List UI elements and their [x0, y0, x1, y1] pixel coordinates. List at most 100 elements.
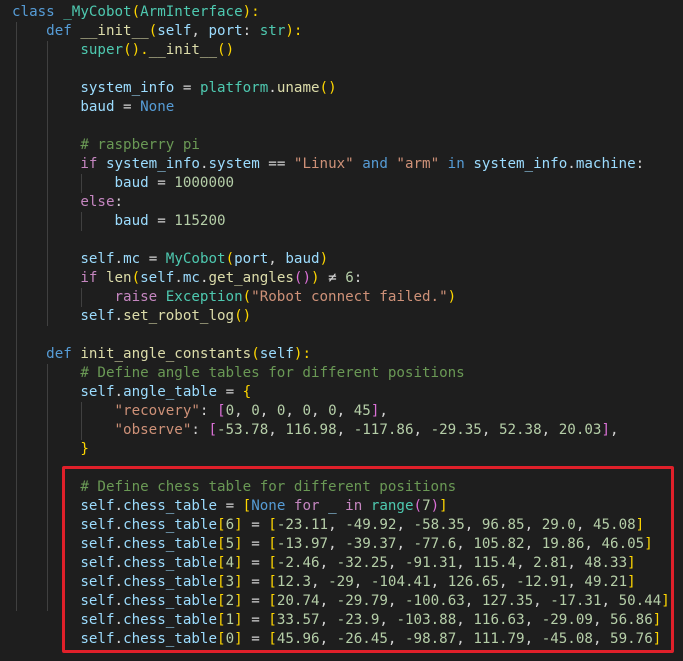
code-line: def init_angle_constants(self):: [12, 345, 311, 364]
code-token: ]: [644, 536, 653, 552]
code-token: 29.0: [541, 517, 576, 533]
code-token: =: [217, 498, 243, 514]
code-token: .: [114, 498, 124, 514]
code-token: ,: [456, 631, 474, 647]
code-token: _MyCobot: [63, 4, 132, 20]
code-token: -53.78: [217, 422, 269, 438]
code-line: self.set_robot_log(): [12, 307, 251, 326]
code-token: -2.46: [276, 555, 320, 571]
code-token: None: [251, 498, 286, 514]
code-token: ]: [635, 517, 645, 533]
code-token: __init__: [80, 23, 149, 39]
code-token: ,: [336, 422, 354, 438]
code-token: ArmInterface: [140, 4, 243, 20]
code-token: =: [148, 213, 175, 229]
code-token: -103.88: [396, 612, 457, 628]
code-token: -32.25: [336, 555, 388, 571]
code-line: self.chess_table[2] = [20.74, -29.79, -1…: [12, 592, 670, 611]
code-token: ]: [234, 574, 243, 590]
code-token: ,: [396, 517, 414, 533]
code-token: ]: [652, 631, 662, 647]
code-token: 0: [328, 403, 337, 419]
code-token: 96.85: [481, 517, 525, 533]
code-line: class _MyCobot(ArmInterface):: [12, 3, 260, 22]
code-token: ,: [430, 574, 448, 590]
code-token: [: [268, 517, 277, 533]
code-token: ):: [285, 23, 303, 39]
code-token: (: [413, 498, 423, 514]
code-token: .: [114, 612, 124, 628]
code-token: 6: [225, 517, 235, 533]
code-line: super().__init__(): [12, 41, 234, 60]
code-token: -29.79: [336, 593, 388, 609]
code-token: 20.03: [558, 422, 602, 438]
code-token: (): [217, 42, 235, 58]
code-token: -29.35: [430, 422, 482, 438]
code-token: ,: [524, 612, 542, 628]
code-token: [: [217, 536, 226, 552]
code-token: =: [242, 612, 269, 628]
code-token: self: [157, 23, 192, 39]
code-token: chess_table: [123, 631, 218, 647]
code-token: ,: [268, 422, 286, 438]
code-token: (: [251, 346, 260, 362]
code-token: (): [234, 308, 252, 324]
code-token: (: [242, 289, 252, 305]
code-token: [: [268, 574, 277, 590]
code-token: and: [353, 156, 397, 172]
code-token: 5: [225, 536, 235, 552]
code-token: self: [80, 574, 115, 590]
code-token: ,: [516, 555, 534, 571]
code-token: "arm": [396, 156, 440, 172]
code-editor[interactable]: class _MyCobot(ArmInterface): def __init…: [0, 0, 683, 661]
code-token: :: [191, 422, 209, 438]
code-token: =: [242, 555, 269, 571]
code-token: ]: [234, 593, 243, 609]
code-token: # raspberry pi: [80, 137, 200, 153]
code-token: ,: [456, 536, 474, 552]
code-token: [: [208, 422, 218, 438]
code-token: [: [268, 612, 277, 628]
code-token: system_info: [473, 156, 568, 172]
code-token: chess_table: [123, 574, 218, 590]
code-token: ):: [242, 4, 260, 20]
code-token: platform: [199, 80, 269, 96]
code-token: 116.63: [473, 612, 525, 628]
code-token: [: [217, 593, 226, 609]
code-token: .: [199, 270, 209, 286]
code-token: baud: [80, 99, 115, 115]
code-token: -98.87: [405, 631, 457, 647]
code-token: :: [353, 270, 363, 286]
code-token: [: [268, 536, 277, 552]
code-token: -117.86: [353, 422, 414, 438]
code-token: ,: [387, 593, 405, 609]
code-token: mc: [123, 251, 141, 267]
code-token: ,: [191, 23, 209, 39]
code-token: 0: [225, 631, 235, 647]
code-token: machine: [575, 156, 636, 172]
code-token: "observe": [114, 422, 192, 438]
code-token: baud: [285, 251, 320, 267]
code-token: 111.79: [473, 631, 525, 647]
code-token: =: [174, 80, 200, 96]
code-token: -77.6: [413, 536, 457, 552]
code-token: -58.35: [413, 517, 465, 533]
code-token: chess_table: [123, 536, 218, 552]
code-line: self.chess_table = [None for _ in range(…: [12, 497, 447, 516]
code-token: ,: [353, 574, 371, 590]
code-token: .: [114, 251, 124, 267]
code-token: 45.96: [276, 631, 320, 647]
code-token: ,: [336, 403, 354, 419]
code-token: ==: [259, 156, 294, 172]
